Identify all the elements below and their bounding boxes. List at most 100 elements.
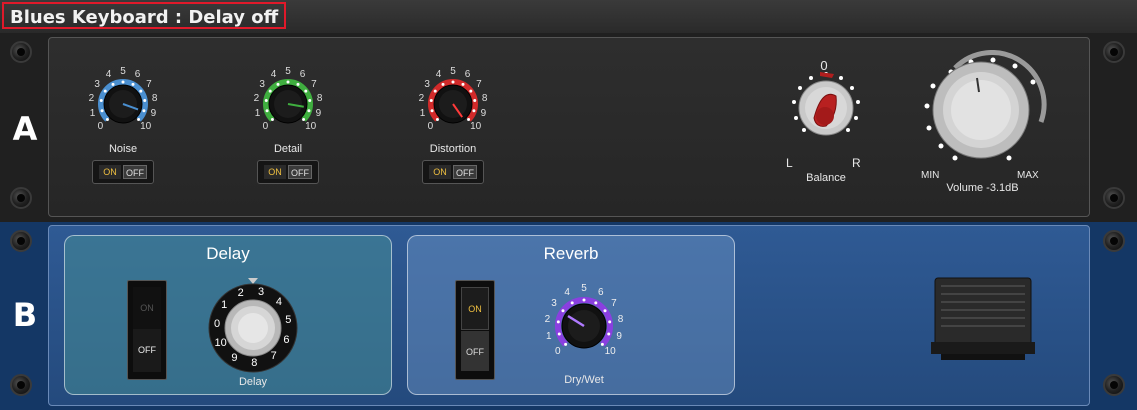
reverb-knob-label: Dry/Wet	[564, 374, 604, 386]
reverb-tick-label: 9	[616, 331, 622, 343]
balance-knob-group: 0 L R Balance	[776, 54, 876, 194]
screw-icon	[10, 374, 32, 396]
reverb-tick-label: 7	[611, 298, 617, 310]
instrument-window: Blues Keyboard : Delay off A 01234567891…	[0, 0, 1137, 410]
reverb-section: Reverb ON OFF 0 1 2 3 4 5 6 7 8 9 10 Dry/Wet	[407, 235, 735, 395]
delay-switch-off: OFF	[133, 329, 161, 372]
distortion-tick-label: 3	[424, 79, 430, 91]
delay-tick-label: 5	[285, 314, 292, 327]
balance-right-label: R	[852, 156, 861, 170]
distortion-tick-label: 0	[427, 120, 434, 132]
delay-tick-label: 4	[275, 295, 282, 308]
detail-tick-label: 5	[285, 66, 291, 77]
distortion-label: Distortion	[429, 143, 477, 155]
detail-tick-label: 2	[253, 92, 260, 104]
distortion-toggle[interactable]: ON OFF	[422, 160, 484, 184]
distortion-tick-label: 10	[470, 120, 482, 132]
screw-icon	[1103, 230, 1125, 252]
delay-tick-label: 6	[283, 334, 290, 347]
delay-switch[interactable]: ON OFF	[127, 280, 167, 380]
detail-tick-label: 3	[259, 79, 265, 91]
reverb-tick-label: 8	[617, 314, 624, 326]
volume-knob-group: MIN MAX Volume -3.1dB	[915, 50, 1055, 200]
noise-tick-label: 10	[140, 120, 152, 132]
delay-tick-label: 10	[214, 336, 227, 349]
delay-knob-label: Delay	[238, 376, 268, 388]
screw-icon	[1103, 41, 1125, 63]
reverb-knob-group: 0 1 2 3 4 5 6 7 8 9 10 Dry/Wet	[536, 274, 632, 394]
reverb-title: Reverb	[543, 244, 599, 263]
delay-section: Delay ON OFF 0 1 2 3 4 5 6 7 8 9 10 Delay	[64, 235, 392, 395]
noise-toggle[interactable]: ON OFF	[92, 160, 154, 184]
reverb-tick-label: 6	[598, 287, 604, 299]
detail-label: Detail	[273, 143, 303, 155]
balance-left-label: L	[786, 156, 793, 170]
distortion-tick-label: 2	[418, 92, 425, 104]
screw-icon	[1103, 187, 1125, 209]
reverb-switch-on: ON	[461, 287, 489, 330]
distortion-tick-label: 7	[476, 79, 482, 91]
noise-toggle-on: ON	[99, 165, 121, 179]
volume-min-label: MIN	[921, 170, 940, 181]
detail-tick-label: 0	[262, 120, 269, 132]
reverb-tick-label: 1	[546, 331, 552, 343]
detail-tick-label: 4	[270, 69, 277, 81]
distortion-tick-label: 5	[450, 66, 456, 77]
distortion-tick-label: 1	[419, 107, 426, 119]
detail-tick-label: 1	[254, 107, 261, 119]
delay-switch-on: ON	[133, 287, 161, 330]
screw-icon	[1103, 374, 1125, 396]
row-letter-a: A	[12, 110, 38, 148]
balance-label: Balance	[806, 172, 846, 184]
reverb-switch[interactable]: ON OFF	[455, 280, 495, 380]
preset-title[interactable]: Blues Keyboard : Delay off	[2, 2, 287, 29]
reverb-tick-label: 10	[604, 346, 616, 358]
volume-label: Volume -3.1dB	[946, 182, 1019, 194]
rack-a: A 0 1 2 3 4 5 6 7 8 9 10 Noise ON OFF 0 1 2 3 4 5 6 7 8 9 10 Det…	[0, 33, 1137, 222]
noise-tick-label: 1	[89, 107, 96, 119]
reverb-tick-label: 2	[544, 314, 551, 326]
volume-max-label: MAX	[1017, 170, 1039, 181]
delay-tick-label: 2	[237, 287, 244, 300]
noise-tick-label: 8	[151, 92, 158, 104]
detail-toggle-off: OFF	[288, 165, 312, 179]
reverb-tick-label: 5	[581, 283, 587, 294]
screw-icon	[10, 41, 32, 63]
detail-tick-label: 10	[305, 120, 317, 132]
noise-tick-label: 9	[150, 107, 157, 119]
detail-tick-label: 8	[316, 92, 323, 104]
reverb-switch-off: OFF	[461, 331, 489, 371]
delay-tick-label: 9	[231, 351, 238, 364]
detail-tick-label: 7	[311, 79, 317, 91]
detail-toggle-on: ON	[264, 165, 286, 179]
noise-tick-label: 3	[94, 79, 100, 91]
rack-b: B Delay ON OFF 0 1 2 3 4 5 6 7 8 9 10 Delay Reverb …	[0, 222, 1137, 410]
row-letter-b: B	[12, 296, 38, 334]
volume-knob[interactable]	[915, 50, 1055, 170]
reverb-tick-label: 0	[555, 346, 561, 358]
noise-label: Noise	[108, 143, 138, 155]
distortion-toggle-off: OFF	[453, 165, 477, 179]
noise-tick-label: 4	[105, 69, 112, 81]
screw-icon	[10, 230, 32, 252]
noise-tick-label: 2	[88, 92, 95, 104]
title-bar: Blues Keyboard : Delay off	[0, 0, 1137, 33]
delay-tick-label: 7	[270, 350, 277, 363]
noise-tick-label: 7	[146, 79, 152, 91]
rack-a-panel: 0 1 2 3 4 5 6 7 8 9 10 Noise ON OFF 0 1 2 3 4 5 6 7 8 9 10 Detai…	[48, 37, 1090, 217]
sustain-pedal[interactable]	[921, 266, 1041, 362]
noise-knob-group: 0 1 2 3 4 5 6 7 8 9 10 Noise ON OFF	[75, 52, 171, 202]
delay-knob-group: 0 1 2 3 4 5 6 7 8 9 10 Delay	[203, 274, 303, 394]
rack-b-panel: Delay ON OFF 0 1 2 3 4 5 6 7 8 9 10 Delay Reverb ON…	[48, 225, 1090, 406]
reverb-tick-label: 3	[551, 298, 557, 310]
detail-toggle[interactable]: ON OFF	[257, 160, 319, 184]
distortion-tick-label: 4	[435, 69, 442, 81]
delay-tick-label: 8	[251, 356, 258, 369]
screw-icon	[10, 187, 32, 209]
distortion-knob-group: 0 1 2 3 4 5 6 7 8 9 10 Distortion ON OFF	[405, 52, 501, 202]
delay-tick-label: 0	[214, 318, 221, 331]
delay-title: Delay	[206, 244, 250, 263]
detail-tick-label: 9	[315, 107, 322, 119]
delay-tick-label: 3	[258, 285, 265, 298]
reverb-tick-label: 4	[564, 287, 570, 299]
